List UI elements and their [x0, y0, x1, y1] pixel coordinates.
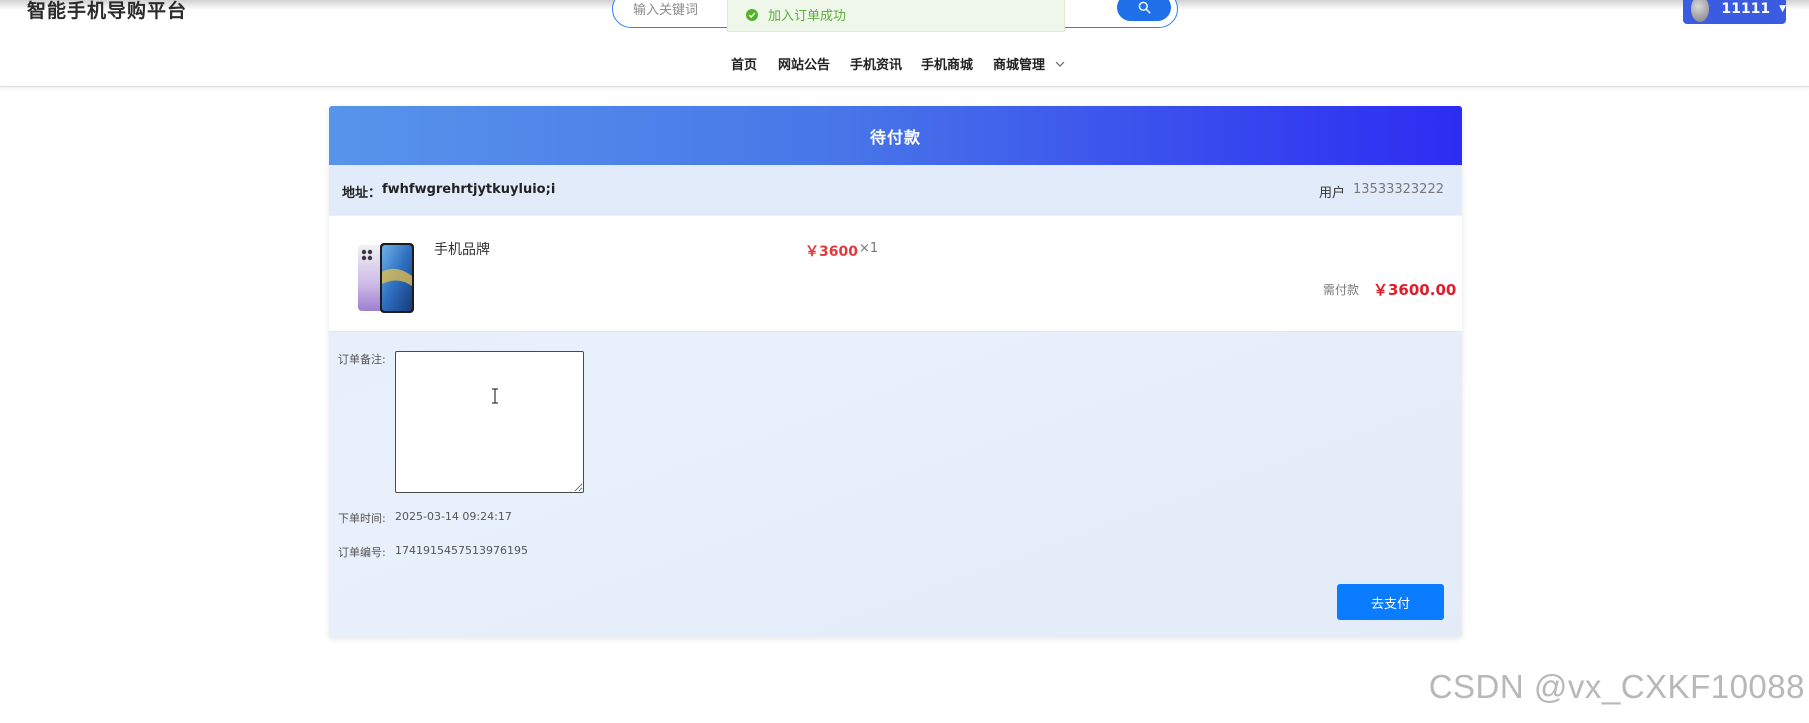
user-phone: 13533323222 [1353, 182, 1444, 197]
product-name: 手机品牌 [434, 242, 490, 258]
user-label: 用户 [1319, 186, 1346, 201]
address-value: fwhfwgrehrtjytkuyluio;i [382, 182, 556, 197]
check-circle-icon [746, 8, 758, 21]
nav-item-phone-news[interactable]: 手机资讯 [850, 54, 902, 73]
product-quantity: ×1 [859, 241, 879, 256]
nav-item-mall-management[interactable]: 商城管理 [993, 54, 1065, 73]
product-price: ￥3600 [805, 244, 858, 260]
order-status-title: 待付款 [329, 106, 1462, 165]
product-image [358, 243, 414, 313]
avatar [1691, 0, 1710, 22]
address-row: 地址： fwhfwgrehrtjytkuyluio;i 用户 135333232… [329, 165, 1462, 215]
address-label: 地址： [342, 186, 382, 201]
pay-button[interactable]: 去支付 [1337, 584, 1444, 620]
order-time-value: 2025-03-14 09:24:17 [395, 510, 512, 523]
order-note-label: 订单备注: [338, 353, 386, 366]
nav-item-mall-management-label: 商城管理 [993, 58, 1046, 73]
search-button[interactable] [1117, 0, 1171, 21]
success-toast: 加入订单成功 [727, 0, 1065, 32]
order-item-row: 手机品牌 ￥3600 ×1 需付款 ￥3600.00 [329, 215, 1462, 332]
nav-item-phone-mall[interactable]: 手机商城 [921, 54, 973, 73]
order-note-textarea[interactable] [395, 351, 584, 493]
user-menu[interactable]: 11111 ▼ [1683, 0, 1786, 24]
site-title: 智能手机导购平台 [27, 0, 188, 22]
amount-due-label: 需付款 [1323, 283, 1360, 297]
search-icon [1138, 1, 1151, 14]
nav-item-home[interactable]: 首页 [731, 54, 757, 73]
order-number-value: 1741915457513976195 [395, 544, 528, 557]
amount-due-value: ￥3600.00 [1373, 281, 1457, 299]
top-header: 智能手机导购平台 加入订单成功 11111 ▼ 首页 网站公告 手机资讯 手机商… [0, 0, 1809, 87]
toast-message: 加入订单成功 [768, 9, 847, 24]
order-time-label: 下单时间: [338, 512, 386, 525]
chevron-down-icon [1055, 61, 1064, 67]
main-nav: 首页 网站公告 手机资讯 手机商城 商城管理 [0, 54, 1809, 76]
watermark: CSDN @vx_CXKF10088 [1428, 668, 1805, 705]
order-card: 待付款 地址： fwhfwgrehrtjytkuyluio;i 用户 13533… [329, 106, 1462, 637]
order-number-label: 订单编号: [338, 546, 386, 559]
caret-down-icon: ▼ [1779, 4, 1786, 14]
username: 11111 [1721, 1, 1771, 17]
nav-item-announcements[interactable]: 网站公告 [778, 54, 830, 73]
